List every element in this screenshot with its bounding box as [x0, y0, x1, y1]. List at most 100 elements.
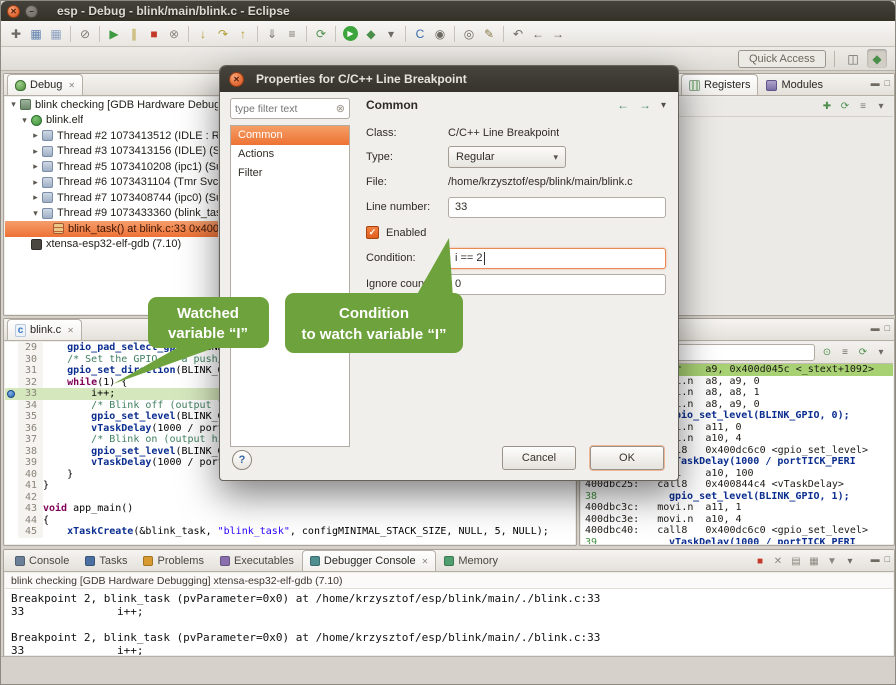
minimize-icon[interactable]: ▬	[871, 323, 880, 333]
save-icon[interactable]: ▦	[26, 24, 46, 44]
tab-console[interactable]: Console	[7, 550, 77, 571]
back-icon[interactable]: ←	[617, 98, 629, 112]
refresh-disassembly-icon[interactable]: ⟳	[855, 345, 871, 361]
terminate-console-icon[interactable]: ■	[752, 553, 768, 569]
breakpoint-marker[interactable]	[5, 388, 18, 400]
dialog-nav-item-filter[interactable]: Filter	[231, 164, 349, 183]
view-menu-icon[interactable]: ▾	[873, 99, 889, 115]
view-menu-icon[interactable]: ▾	[661, 100, 666, 111]
refresh-icon[interactable]: ⟳	[311, 24, 331, 44]
console-output[interactable]: Breakpoint 2, blink_task (pvParameter=0x…	[5, 589, 893, 655]
close-tab-icon[interactable]: ✕	[68, 81, 75, 90]
debug-tree-item[interactable]: ▾blink.elf	[5, 113, 218, 129]
tab-debug[interactable]: Debug ✕	[7, 74, 83, 95]
close-tab-icon[interactable]: ✕	[67, 326, 74, 335]
sync-with-pc-icon[interactable]: ⊙	[819, 345, 835, 361]
tab-memory[interactable]: Memory	[436, 550, 506, 571]
expander-icon[interactable]: ▾	[19, 115, 30, 126]
terminate-icon[interactable]: ■	[144, 24, 164, 44]
expander-icon[interactable]: ▸	[30, 177, 41, 188]
minimize-icon[interactable]: ▬	[871, 78, 880, 88]
code-line[interactable]: 42	[5, 492, 575, 504]
view-menu-icon[interactable]: ▾	[873, 345, 889, 361]
remove-launch-icon[interactable]: ✕	[770, 553, 786, 569]
tab-tasks[interactable]: Tasks	[77, 550, 135, 571]
step-into-icon[interactable]: ↓	[193, 24, 213, 44]
refresh-registers-icon[interactable]: ⟳	[837, 99, 853, 115]
last-edit-location-icon[interactable]: ↶	[508, 24, 528, 44]
tab-modules[interactable]: Modules	[758, 74, 831, 95]
maximize-icon[interactable]: □	[885, 78, 890, 88]
type-select[interactable]: Regular ▾	[448, 146, 566, 168]
tab-debugger-console[interactable]: Debugger Console✕	[302, 550, 436, 571]
disassembly-line[interactable]: 400dbc3c: movi.n a11, 1	[581, 502, 893, 514]
close-tab-icon[interactable]: ✕	[422, 557, 429, 566]
scroll-lock-icon[interactable]: ▼	[824, 553, 840, 569]
debug-tree-item[interactable]: ▸Thread #6 1073431104 (Tmr Svc) (Suspend…	[5, 175, 218, 191]
debug-tree-item[interactable]: blink_task() at blink.c:33 0x400dbc12	[5, 221, 218, 237]
console-menu-icon[interactable]: ▾	[842, 553, 858, 569]
tab-problems[interactable]: Problems	[135, 550, 211, 571]
debug-tree-item[interactable]: ▸Thread #7 1073408744 (ipc0) (Suspended)	[5, 190, 218, 206]
expander-icon[interactable]: ▸	[30, 192, 41, 203]
expander-icon[interactable]: ▸	[30, 130, 41, 141]
maximize-icon[interactable]: □	[885, 554, 890, 564]
open-perspective-icon[interactable]: ◫	[843, 49, 863, 68]
expander-icon[interactable]: ▸	[30, 161, 41, 172]
minimize-icon[interactable]: ▬	[871, 554, 880, 564]
expander-icon[interactable]: ▸	[30, 146, 41, 157]
tab-blink-c[interactable]: c blink.c ✕	[7, 319, 82, 340]
debug-tree-item[interactable]: ▸Thread #5 1073410208 (ipc1) (Suspended)	[5, 159, 218, 175]
drop-to-frame-icon[interactable]: ⇓	[262, 24, 282, 44]
forward-icon[interactable]: →	[548, 24, 568, 44]
disassembly-line[interactable]: 400dbc40: call8 0x400dc6c0 <gpio_set_lev…	[581, 525, 893, 537]
instruction-stepping-icon[interactable]: ≡	[282, 24, 302, 44]
forward-icon[interactable]: →	[639, 98, 651, 112]
clear-console-icon[interactable]: ▦	[806, 553, 822, 569]
enabled-checkbox[interactable]: ✓	[366, 226, 379, 239]
disassembly-line[interactable]: 38gpio_set_level(BLINK_GPIO, 1);	[581, 491, 893, 503]
debug-perspective-icon[interactable]: ◆	[867, 49, 887, 68]
debug-tree-item[interactable]: ▾blink checking [GDB Hardware Debugging]	[5, 97, 218, 113]
search-icon[interactable]: ◉	[430, 24, 450, 44]
dialog-close-button[interactable]: ✕	[229, 72, 244, 87]
step-over-icon[interactable]: ↷	[213, 24, 233, 44]
disassembly-line[interactable]: 400dbc3e: movi.n a10, 4	[581, 514, 893, 526]
help-button[interactable]: ?	[232, 450, 252, 470]
run-history-menu-icon[interactable]: ▾	[381, 24, 401, 44]
debug-tree-item[interactable]: xtensa-esp32-elf-gdb (7.10)	[5, 237, 218, 253]
code-line[interactable]: 44{	[5, 515, 575, 527]
dialog-nav-item-actions[interactable]: Actions	[231, 145, 349, 164]
code-line[interactable]: 41}	[5, 480, 575, 492]
new-wizard-icon[interactable]: ✚	[6, 24, 26, 44]
tab-executables[interactable]: Executables	[212, 550, 302, 571]
debug-tree-item[interactable]: ▸Thread #2 1073413512 (IDLE : Running)	[5, 128, 218, 144]
back-icon[interactable]: ←	[528, 24, 548, 44]
step-return-icon[interactable]: ↑	[233, 24, 253, 44]
show-source-icon[interactable]: ≡	[837, 345, 853, 361]
suspend-icon[interactable]: ∥	[124, 24, 144, 44]
skip-all-breakpoints-icon[interactable]: ⊘	[75, 24, 95, 44]
new-c-project-icon[interactable]: C	[410, 24, 430, 44]
expander-icon[interactable]: ▾	[30, 208, 41, 219]
clear-filter-icon[interactable]: ⊗	[336, 102, 345, 115]
disassembly-line[interactable]: 39vTaskDelay(1000 / portTICK_PERI	[581, 537, 893, 545]
debug-tree-item[interactable]: ▾Thread #9 1073433360 (blink_task) (Susp…	[5, 206, 218, 222]
disconnect-icon[interactable]: ⊗	[164, 24, 184, 44]
mark-occurrences-icon[interactable]: ✎	[479, 24, 499, 44]
quick-access-button[interactable]: Quick Access	[738, 50, 826, 68]
window-minimize-button[interactable]: –	[25, 5, 38, 18]
debug-icon[interactable]: ◆	[361, 24, 381, 44]
condition-input[interactable]: i == 2	[448, 248, 666, 269]
save-all-icon[interactable]: ▦	[46, 24, 66, 44]
add-register-group-icon[interactable]: ✚	[819, 99, 835, 115]
expander-icon[interactable]: ▾	[8, 99, 19, 110]
line-number-input[interactable]	[448, 197, 666, 218]
collapse-all-icon[interactable]: ≡	[855, 99, 871, 115]
tab-registers[interactable]: Registers	[681, 74, 758, 95]
ignore-count-input[interactable]	[448, 274, 666, 295]
open-element-icon[interactable]: ◎	[459, 24, 479, 44]
remove-all-launches-icon[interactable]: ▤	[788, 553, 804, 569]
cancel-button[interactable]: Cancel	[502, 446, 576, 470]
ok-button[interactable]: OK	[590, 446, 664, 470]
